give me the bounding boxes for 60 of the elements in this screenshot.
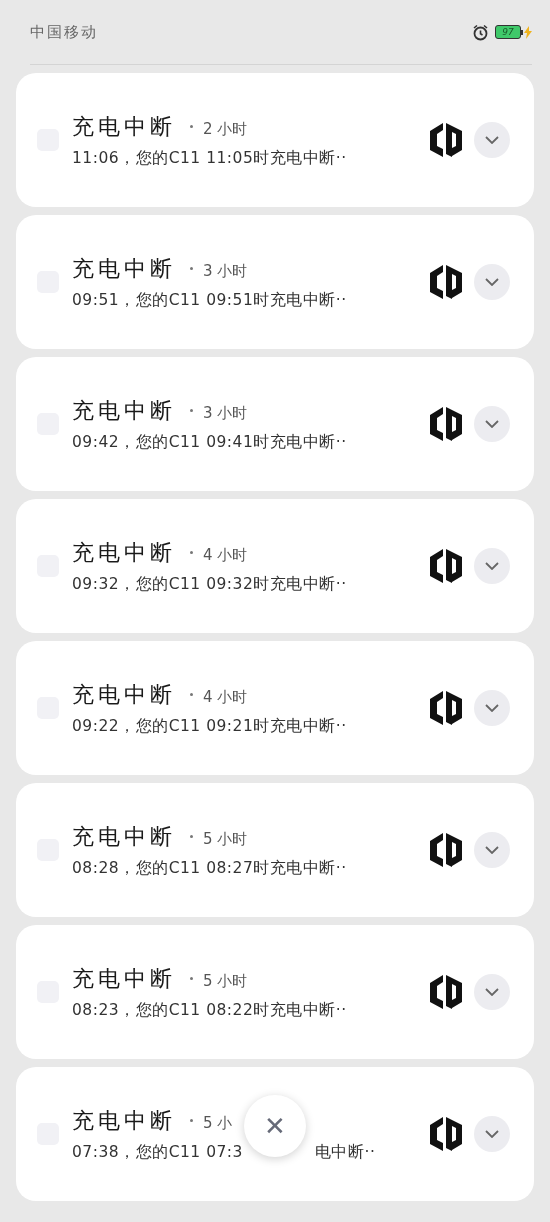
notification-title: 充电中断 [72, 396, 176, 425]
expand-button[interactable] [474, 406, 510, 442]
alarm-icon [472, 23, 489, 41]
notification-body: 08:23，您的C11 08:22时充电中断·· [72, 999, 347, 1021]
app-logo-icon [430, 975, 462, 1009]
charging-bolt-icon [524, 25, 532, 39]
notification-title: 充电中断 [72, 964, 176, 993]
notification-title: 充电中断 [72, 538, 176, 567]
app-logo-icon [430, 691, 462, 725]
notification-card[interactable]: 充电中断 2 小时 11:06，您的C11 11:05时充电中断·· [16, 73, 534, 207]
expand-button[interactable] [474, 548, 510, 584]
notification-body: 09:42，您的C11 09:41时充电中断·· [72, 431, 347, 453]
app-logo-icon [430, 1117, 462, 1151]
carrier-name: 中国移动 [30, 22, 99, 42]
expand-button[interactable] [474, 690, 510, 726]
chevron-down-icon [485, 278, 499, 286]
notification-body: 08:28，您的C11 08:27时充电中断·· [72, 857, 347, 879]
notification-body: 09:22，您的C11 09:21时充电中断·· [72, 715, 347, 737]
notification-time: 4 小时 [203, 545, 248, 565]
app-logo-icon [430, 833, 462, 867]
notification-body: 11:06，您的C11 11:05时充电中断·· [72, 147, 347, 169]
chevron-down-icon [485, 420, 499, 428]
chevron-down-icon [485, 704, 499, 712]
notification-title: 充电中断 [72, 112, 176, 141]
expand-button[interactable] [474, 1116, 510, 1152]
notification-time: 5 小 [203, 1113, 233, 1133]
app-logo-icon [430, 407, 462, 441]
notification-card[interactable]: 充电中断 5 小时 08:28，您的C11 08:27时充电中断·· [16, 783, 534, 917]
notification-title: 充电中断 [72, 822, 176, 851]
notification-card[interactable]: 充电中断 3 小时 09:51，您的C11 09:51时充电中断·· [16, 215, 534, 349]
notification-card[interactable]: 充电中断 4 小时 09:32，您的C11 09:32时充电中断·· [16, 499, 534, 633]
notification-card[interactable]: 充电中断 5 小时 08:23，您的C11 08:22时充电中断·· [16, 925, 534, 1059]
notification-time: 3 小时 [203, 261, 248, 281]
chevron-down-icon [485, 988, 499, 996]
expand-button[interactable] [474, 974, 510, 1010]
notification-title: 充电中断 [72, 1106, 176, 1135]
notification-body: 09:32，您的C11 09:32时充电中断·· [72, 573, 347, 595]
notification-time: 5 小时 [203, 971, 248, 991]
notification-time: 5 小时 [203, 829, 248, 849]
notification-body: 电中断·· [314, 1141, 376, 1163]
app-logo-icon [430, 265, 462, 299]
expand-button[interactable] [474, 122, 510, 158]
chevron-down-icon [485, 136, 499, 144]
chevron-down-icon [485, 846, 499, 854]
notification-body: 07:38，您的C11 07:3 [72, 1141, 243, 1163]
notification-time: 3 小时 [203, 403, 248, 423]
notification-title: 充电中断 [72, 680, 176, 709]
battery-icon: 97 [495, 25, 521, 39]
notification-time: 2 小时 [203, 119, 248, 139]
notification-time: 4 小时 [203, 687, 248, 707]
notification-card[interactable]: 充电中断 4 小时 09:22，您的C11 09:21时充电中断·· [16, 641, 534, 775]
notification-card[interactable]: 充电中断 3 小时 09:42，您的C11 09:41时充电中断·· [16, 357, 534, 491]
chevron-down-icon [485, 1130, 499, 1138]
notification-body: 09:51，您的C11 09:51时充电中断·· [72, 289, 347, 311]
notification-title: 充电中断 [72, 254, 176, 283]
chevron-down-icon [485, 562, 499, 570]
app-logo-icon [430, 123, 462, 157]
expand-button[interactable] [474, 264, 510, 300]
expand-button[interactable] [474, 832, 510, 868]
app-logo-icon [430, 549, 462, 583]
